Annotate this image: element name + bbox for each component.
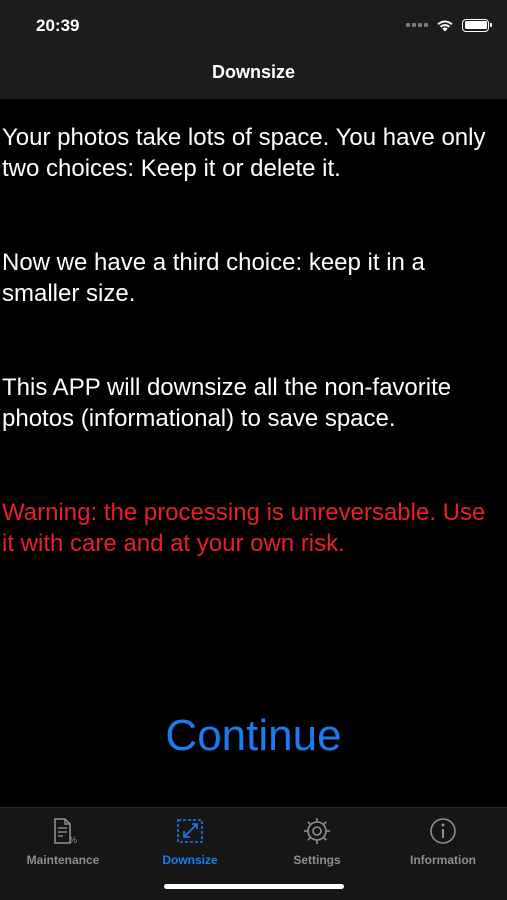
continue-button[interactable]: Continue [0, 711, 507, 761]
third-choice-paragraph: Now we have a third choice: keep it in a… [2, 249, 425, 307]
status-icons [406, 17, 492, 33]
main-content: Your photos take lots of space. You have… [2, 122, 500, 559]
tab-label: Downsize [162, 853, 218, 867]
svg-text:%: % [69, 835, 77, 845]
description-paragraph: This APP will downsize all the non-favor… [2, 374, 452, 432]
app-screen: 20:39 Downsize Your photos take lots of … [0, 0, 507, 900]
tab-label: Information [410, 853, 476, 867]
tab-downsize[interactable]: Downsize [127, 816, 253, 872]
battery-icon [462, 18, 492, 32]
tab-settings[interactable]: Settings [254, 816, 380, 872]
intro-paragraph: Your photos take lots of space. You have… [2, 124, 486, 182]
header: 20:39 Downsize [0, 0, 507, 99]
gear-icon [301, 816, 333, 846]
document-icon: % [47, 816, 79, 846]
tab-label: Maintenance [26, 853, 100, 867]
page-title: Downsize [211, 62, 295, 82]
info-icon [427, 816, 459, 846]
tab-information[interactable]: Information [380, 816, 506, 872]
tab-maintenance[interactable]: % Maintenance [0, 816, 126, 872]
warning-text: Warning: the processing is unreversable.… [2, 499, 486, 557]
wifi-icon [437, 20, 453, 32]
signal-icon [406, 23, 428, 27]
status-time: 20:39 [36, 16, 80, 35]
tab-label: Settings [293, 853, 341, 867]
home-indicator[interactable] [164, 884, 344, 889]
downsize-icon [174, 816, 206, 846]
